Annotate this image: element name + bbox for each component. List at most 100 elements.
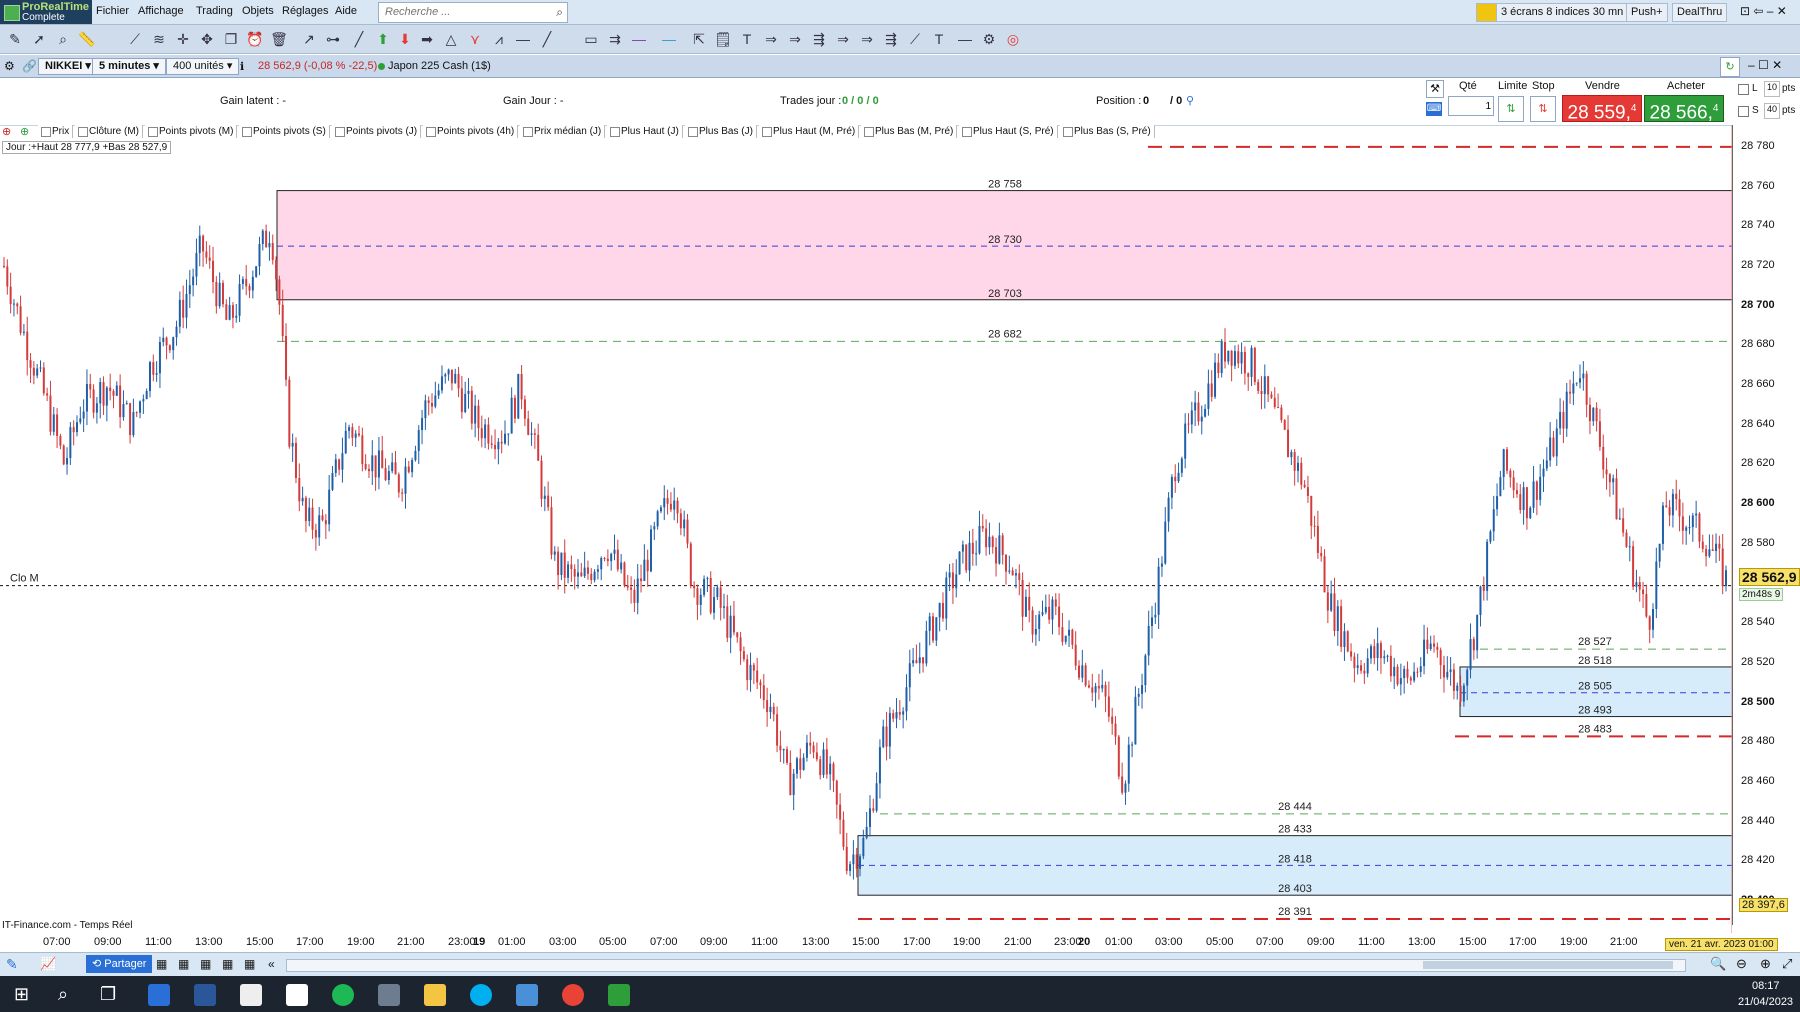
files-icon[interactable]	[240, 984, 262, 1006]
line-icon[interactable]: ╱	[350, 30, 368, 48]
panel-window-controls-icon[interactable]: – ☐ ✕	[1748, 58, 1782, 72]
chrome-icon[interactable]	[562, 984, 584, 1006]
hline-icon[interactable]: ―	[514, 30, 532, 48]
search-box[interactable]: ⌕	[378, 2, 568, 23]
layout1-icon[interactable]: ▦	[156, 957, 167, 971]
cursor-icon[interactable]: ➚	[30, 30, 48, 48]
label-icon[interactable]: ⇱	[690, 30, 708, 48]
ray4-icon[interactable]: ⇒	[834, 30, 852, 48]
diagonal-icon[interactable]: ╱	[538, 30, 556, 48]
l-points-input[interactable]: 10	[1764, 81, 1780, 97]
calculator-icon[interactable]	[516, 984, 538, 1006]
signal-icon[interactable]: ✎	[6, 956, 18, 973]
workspace-layout[interactable]: 3 écrans 8 indices 30 mn	[1496, 3, 1629, 22]
thunderbird-icon[interactable]	[378, 984, 400, 1006]
trash-icon[interactable]: 🗑	[270, 30, 288, 48]
zoom-out-icon[interactable]: ⊖	[1736, 956, 1747, 972]
ray2-icon[interactable]: ⇒	[786, 30, 804, 48]
down-arrow-icon[interactable]: ⬇	[396, 30, 414, 48]
channel-icon[interactable]: ≋	[150, 30, 168, 48]
refresh-icon[interactable]: ↻	[1720, 57, 1740, 77]
menu-aide[interactable]: Aide	[335, 5, 357, 17]
text2-icon[interactable]: T	[930, 30, 948, 48]
tools-icon[interactable]: ⚙	[980, 30, 998, 48]
ray5-icon[interactable]: ⇒	[858, 30, 876, 48]
search-input[interactable]	[383, 5, 537, 19]
hline2-icon[interactable]: ―	[956, 30, 974, 48]
fib-icon[interactable]: ⋎	[466, 30, 484, 48]
stop-order-button[interactable]: ⇅	[1530, 96, 1556, 122]
timeframe-select[interactable]: 5 minutes ▾	[92, 58, 166, 75]
horizontal-scrollbar[interactable]	[286, 959, 1686, 972]
arrow-icon[interactable]: ↗	[300, 30, 318, 48]
instrument-select[interactable]: NIKKEI ▾	[38, 58, 98, 75]
copy-icon[interactable]: ❐	[222, 30, 240, 48]
trendline-icon[interactable]: ⟋	[126, 30, 144, 48]
windows-start-icon[interactable]: ⊞	[14, 984, 29, 1005]
scroll-left-icon[interactable]: «	[268, 957, 275, 971]
layout5-icon[interactable]: ▦	[244, 957, 255, 971]
text-icon[interactable]: T	[738, 30, 756, 48]
layout2-icon[interactable]: ▦	[178, 957, 189, 971]
prorealtime-taskbar-icon[interactable]	[608, 984, 630, 1006]
measure-icon[interactable]: ⟋	[906, 30, 924, 48]
l-checkbox[interactable]	[1738, 84, 1749, 95]
channel2-icon[interactable]: ⇉	[606, 30, 624, 48]
triangle-icon[interactable]: △	[442, 30, 460, 48]
chart-settings-icon[interactable]: ⚙	[4, 59, 15, 73]
hline-blue-icon[interactable]: ―	[660, 30, 678, 48]
fit-icon[interactable]: ⤢	[1782, 956, 1792, 972]
spotify-icon[interactable]	[332, 984, 354, 1006]
segment-icon[interactable]: ⊶	[324, 30, 342, 48]
push-button[interactable]: Push+	[1626, 3, 1668, 22]
hline-purple-icon[interactable]: ―	[630, 30, 648, 48]
menu-affichage[interactable]: Affichage	[138, 5, 184, 17]
info-icon[interactable]: ℹ	[240, 60, 244, 73]
units-select[interactable]: 400 unités ▾	[166, 58, 240, 75]
ray6-icon[interactable]: ⇶	[882, 30, 900, 48]
price-chart[interactable]: 28 758 28 730 28 703 28 518 28 505 28 493 28 4…	[0, 125, 1732, 933]
clock-icon[interactable]: ◎	[1004, 30, 1022, 48]
word-icon[interactable]	[194, 984, 216, 1006]
rect-icon[interactable]: ▭	[582, 30, 600, 48]
crosshair-icon[interactable]: ✛	[174, 30, 192, 48]
layout4-icon[interactable]: ▦	[222, 957, 233, 971]
menu-fichier[interactable]: Fichier	[96, 5, 129, 17]
alarm-icon[interactable]: ⏰	[246, 30, 264, 48]
zoom-in-icon[interactable]: 🔍	[1710, 956, 1726, 972]
search-taskbar-icon[interactable]: ⌕	[58, 984, 68, 1005]
outlook-icon[interactable]	[148, 984, 170, 1006]
s-checkbox[interactable]	[1738, 106, 1749, 117]
pencil-icon[interactable]: ✎	[6, 30, 24, 48]
window-controls-icon[interactable]: ⊡ ⇦ – ✕	[1740, 4, 1787, 18]
zoom-icon[interactable]: ⌕	[54, 30, 72, 48]
share-button[interactable]: ⟲ Partager	[86, 955, 153, 973]
right-arrow-icon[interactable]: ➡	[418, 30, 436, 48]
menu-reglages[interactable]: Réglages	[282, 5, 328, 17]
chart-type-icon[interactable]: 📈	[40, 956, 56, 972]
menu-trading[interactable]: Trading	[196, 5, 233, 17]
task-view-icon[interactable]: ❐	[100, 984, 116, 1005]
keyboard-icon[interactable]: ⌨	[1426, 102, 1442, 116]
position-search-icon[interactable]: ⚲	[1186, 94, 1194, 107]
qty-input[interactable]	[1448, 96, 1494, 116]
menu-objets[interactable]: Objets	[242, 5, 274, 17]
limit-order-button[interactable]: ⇅	[1498, 96, 1524, 122]
order-settings-icon[interactable]: ⚒	[1426, 80, 1444, 98]
move-icon[interactable]: ✥	[198, 30, 216, 48]
dealthru-button[interactable]: DealThru	[1672, 3, 1728, 22]
explorer-icon[interactable]	[424, 984, 446, 1006]
note-icon[interactable]: 🗒	[714, 30, 732, 48]
fan-icon[interactable]: ⩘	[490, 30, 508, 48]
s-points-input[interactable]: 40	[1764, 103, 1780, 119]
calendar-icon[interactable]	[286, 984, 308, 1006]
search-icon[interactable]: ⌕	[556, 5, 563, 20]
link-icon[interactable]: 🔗	[22, 59, 37, 73]
buy-button[interactable]: 28 566,4	[1644, 95, 1724, 123]
ray-icon[interactable]: ⇒	[762, 30, 780, 48]
zoom-reset-icon[interactable]: ⊕	[1760, 956, 1771, 972]
layout3-icon[interactable]: ▦	[200, 957, 211, 971]
ruler-icon[interactable]: 📏	[78, 30, 96, 48]
skype-icon[interactable]	[470, 984, 492, 1006]
scrollbar-thumb[interactable]	[1423, 961, 1673, 969]
